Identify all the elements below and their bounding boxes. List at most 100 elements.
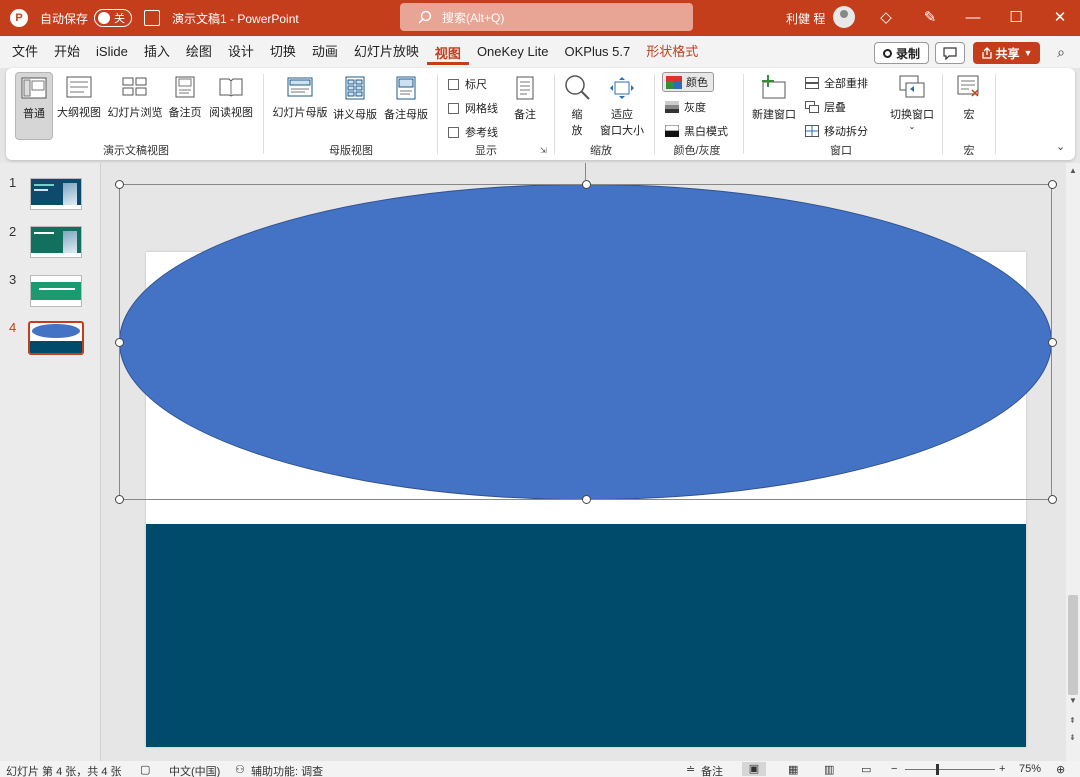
gridlines-checkbox[interactable]: 网格线 — [448, 100, 498, 116]
resize-handle-e[interactable] — [1048, 338, 1057, 347]
slide-sorter-button[interactable]: 幻灯片浏览 — [106, 76, 164, 120]
notes-page-button[interactable]: 备注页 — [167, 76, 203, 120]
record-button[interactable]: 录制 — [874, 42, 929, 64]
window-group-label: 窗口 — [830, 145, 852, 157]
menu-animations[interactable]: 动画 — [304, 36, 346, 68]
zoom-level[interactable]: 75% — [1019, 763, 1041, 775]
fit-to-window-button[interactable]: 适应 窗口大小 — [598, 76, 646, 138]
comment-button[interactable] — [935, 42, 965, 64]
menu-okplus[interactable]: OKPlus 5.7 — [556, 36, 638, 68]
slide-thumbnail-1[interactable] — [30, 178, 82, 210]
share-button[interactable]: 共享 ▼ — [973, 42, 1040, 64]
scroll-down-icon[interactable]: ▼ — [1069, 696, 1077, 705]
notes-toggle[interactable]: 备注 — [701, 763, 723, 777]
diamond-icon[interactable]: ◇ — [876, 8, 896, 28]
scrollbar-thumb[interactable] — [1068, 595, 1078, 695]
slide-master-button[interactable]: 幻灯片母版 — [270, 76, 330, 120]
slide-sorter-status-icon[interactable]: ▦ — [788, 763, 798, 776]
next-slide-icon[interactable]: ⇟ — [1069, 733, 1076, 742]
close-icon[interactable]: ✕ — [1050, 8, 1070, 28]
handout-master-label: 讲义母版 — [333, 109, 377, 121]
outline-view-button[interactable]: 大纲视图 — [56, 76, 102, 120]
normal-view-button[interactable]: 普通 — [15, 72, 53, 140]
previous-slide-icon[interactable]: ⇞ — [1069, 716, 1076, 725]
thumb-text-line — [34, 232, 54, 234]
maximize-icon[interactable]: ☐ — [1006, 8, 1026, 28]
menu-islide[interactable]: iSlide — [88, 36, 136, 68]
zoom-in-icon[interactable]: + — [999, 763, 1005, 775]
menu-file[interactable]: 文件 — [4, 36, 46, 68]
reading-view-status-icon[interactable]: ▥ — [824, 763, 834, 776]
ribbon-collapse-chevron-icon[interactable]: ⌄ — [1056, 140, 1065, 153]
rotation-stem — [585, 163, 586, 180]
thumb-band — [30, 341, 82, 353]
menu-draw[interactable]: 绘图 — [178, 36, 220, 68]
accessibility-status[interactable]: 辅助功能: 调查 — [251, 763, 323, 777]
slide-thumbnail-2[interactable] — [30, 226, 82, 258]
reading-view-button[interactable]: 阅读视图 — [207, 76, 255, 120]
new-window-button[interactable]: 新建窗口 — [750, 74, 798, 122]
zoom-slider-track[interactable] — [905, 769, 995, 770]
collapse-ribbon-icon[interactable]: ⌕ — [1051, 42, 1071, 62]
resize-handle-nw[interactable] — [115, 180, 124, 189]
move-split-button[interactable]: 移动拆分 — [805, 123, 868, 139]
switch-window-button[interactable]: 切换窗口 ⌄ — [886, 74, 938, 131]
autosave-toggle[interactable]: 关 — [94, 9, 133, 27]
selection-box[interactable] — [119, 184, 1052, 500]
fit-window-icon — [610, 77, 634, 99]
search-box[interactable]: 搜索(Alt+Q) — [400, 3, 693, 31]
guides-checkbox[interactable]: 参考线 — [448, 124, 498, 140]
save-icon[interactable] — [144, 10, 161, 26]
resize-handle-s[interactable] — [582, 495, 591, 504]
zoom-slider-thumb[interactable] — [936, 764, 939, 775]
slide-thumbnail-4[interactable] — [28, 321, 84, 355]
fit-slide-icon[interactable]: ⊕ — [1056, 763, 1065, 776]
user-name[interactable]: 利健 程 — [786, 10, 825, 27]
menu-design[interactable]: 设计 — [220, 36, 262, 68]
minimize-icon[interactable]: — — [963, 8, 983, 28]
normal-view-status-icon[interactable]: ▣ — [742, 762, 766, 776]
avatar[interactable] — [833, 6, 855, 28]
macro-button[interactable]: 宏 — [951, 74, 987, 122]
menu-shape-format[interactable]: 形状格式 — [638, 36, 706, 68]
arrange-all-button[interactable]: 全部重排 — [805, 75, 868, 91]
scroll-up-icon[interactable]: ▲ — [1069, 166, 1077, 175]
slide-thumbnail-3[interactable] — [30, 275, 82, 307]
vertical-scrollbar[interactable]: ▲ ▼ ⇞ ⇟ — [1066, 163, 1080, 761]
menu-onekey[interactable]: OneKey Lite — [469, 36, 557, 68]
menu-view[interactable]: 视图 — [426, 39, 469, 65]
slide-bottom-band[interactable] — [146, 524, 1026, 747]
slideshow-status-icon[interactable]: ▭ — [861, 763, 871, 776]
menu-transitions[interactable]: 切换 — [262, 36, 304, 68]
resize-handle-sw[interactable] — [115, 495, 124, 504]
resize-handle-w[interactable] — [115, 338, 124, 347]
checkbox-icon — [448, 78, 459, 90]
cascade-button[interactable]: 层叠 — [805, 99, 846, 115]
pen-icon[interactable]: ✎ — [920, 8, 940, 28]
menu-insert[interactable]: 插入 — [136, 36, 178, 68]
menu-home[interactable]: 开始 — [46, 36, 88, 68]
notes-master-button[interactable]: 备注母版 — [382, 76, 430, 122]
guides-label: 参考线 — [465, 127, 498, 139]
zoom-button[interactable]: 缩 放 — [562, 74, 592, 138]
resize-handle-n[interactable] — [582, 180, 591, 189]
powerpoint-logo-icon: P — [10, 9, 28, 27]
dialog-launcher-icon[interactable]: ⇲ — [540, 146, 547, 155]
grayscale-button[interactable]: 灰度 — [665, 99, 706, 115]
notes-button[interactable]: 备注 — [508, 76, 542, 122]
resize-handle-se[interactable] — [1048, 495, 1057, 504]
menu-slideshow[interactable]: 幻灯片放映 — [346, 36, 427, 68]
resize-handle-ne[interactable] — [1048, 180, 1057, 189]
notes-master-icon — [396, 76, 416, 100]
handout-master-button[interactable]: 讲义母版 — [331, 76, 379, 122]
macro-group-label: 宏 — [963, 145, 975, 157]
language[interactable]: 中文(中国) — [169, 763, 220, 777]
zoom-out-icon[interactable]: − — [891, 763, 897, 775]
fit-label-2: 窗口大小 — [600, 125, 644, 137]
ruler-checkbox[interactable]: 标尺 — [448, 76, 487, 92]
status-bar: 幻灯片 第 4 张，共 4 张 ▢ 中文(中国) ⚇ 辅助功能: 调查 ≐ 备注… — [0, 761, 1080, 777]
black-white-button[interactable]: 黑白模式 — [665, 123, 728, 139]
spellcheck-icon[interactable]: ▢ — [140, 763, 150, 776]
show-group-label: 显示 — [475, 145, 497, 157]
color-button[interactable]: 颜色 — [662, 72, 714, 92]
